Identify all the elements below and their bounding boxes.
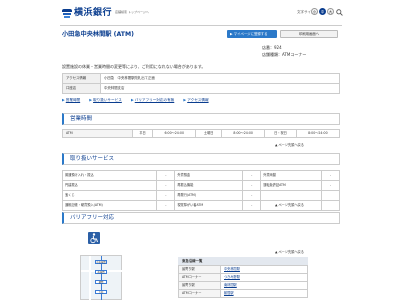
hours-cell: 8:00～24:00 <box>221 129 266 138</box>
link-hours[interactable]: 営業時間 <box>66 98 80 102</box>
table-row: 最寄り駅 中央林間駅 <box>178 265 308 274</box>
table-row: アクセス情報 小田急 中央林間駅改札出て正面 <box>62 73 340 84</box>
print-view-button[interactable]: 印刷用画面へ <box>280 30 338 38</box>
table-row: ATMコーナー つきみ野駅 <box>178 273 308 282</box>
guide-link[interactable]: つきみ野駅 <box>224 275 240 279</box>
service-value: - <box>156 170 176 181</box>
page-top-link[interactable]: ▲ ページ先頭へ戻る <box>275 143 304 147</box>
service-value <box>321 200 340 211</box>
service-name: 円建振込 <box>61 180 158 191</box>
table-row: 最寄り駅 南林間駅 <box>178 281 308 290</box>
service-name <box>260 190 322 201</box>
arrow-right-icon: ▶ <box>89 98 93 102</box>
service-value: - <box>242 190 262 201</box>
line-guide: 東急沿線一覧 最寄り駅 中央林間駅 ATMコーナー つきみ野駅 最寄り駅 南林間… <box>178 257 308 298</box>
store-type: 店舗種類：ATMコーナー <box>262 52 307 57</box>
map-station[interactable]: 鶴間 <box>95 280 107 284</box>
service-value: - <box>156 190 176 201</box>
hours-cell: 土曜日 <box>195 129 223 138</box>
font-size-medium-button[interactable]: 中 <box>319 8 326 15</box>
service-name: 再振込機能 <box>174 180 244 191</box>
guide-key: 最寄り駅 <box>178 281 221 290</box>
logo-icon[interactable] <box>62 8 72 19</box>
service-value: - <box>156 200 176 211</box>
hours-cell: 6:00～24:00 <box>152 129 197 138</box>
service-value: - <box>242 170 262 181</box>
add-to-mypage-button[interactable]: ▶ マイページに登録する <box>227 30 277 38</box>
hours-table: ATM 平日 6:00～24:00 土曜日 8:00～24:00 日・祝日 8:… <box>62 129 341 138</box>
guide-link[interactable]: 鶴間駅 <box>224 291 234 295</box>
map-station[interactable]: 中央林間 <box>95 260 107 264</box>
search-icon[interactable] <box>336 9 343 16</box>
info-value: 中央林間支店 <box>100 83 340 94</box>
table-row: ATMコーナー 鶴間駅 <box>178 289 308 298</box>
header-divider <box>60 25 342 26</box>
guide-link[interactable]: 南林間駅 <box>224 283 237 287</box>
hours-cell: 日・祝日 <box>264 129 297 138</box>
hours-cell: 8:00～24:00 <box>295 129 341 138</box>
service-name: 通帳記帳・硬貨預入(ATM) <box>61 200 158 211</box>
table-row: 宝くじ - 再発行(ATM) - <box>61 190 340 201</box>
notice-text: 設置施設の休業・営業時間の変更等により、ご利用になれない場合があります。 <box>62 64 206 69</box>
service-value <box>321 190 340 201</box>
guide-title: 東急沿線一覧 <box>178 257 308 265</box>
hours-label: ATM <box>62 129 133 138</box>
font-size-large-button[interactable]: 大 <box>327 8 334 15</box>
font-size-small-button[interactable]: 小 <box>311 8 318 15</box>
section-heading-accessibility: バリアフリー対応 <box>62 212 340 224</box>
service-name: 宝くじ <box>61 190 158 201</box>
route-map[interactable]: 中央林間 南林間 鶴間 大和 <box>80 255 123 300</box>
table-row: ATM 平日 6:00～24:00 土曜日 8:00～24:00 日・祝日 8:… <box>62 129 341 138</box>
table-row: 普通預け入れ・振込 - 外貨預金 - 外貨両替 - <box>61 170 340 181</box>
logo-subtitle[interactable]: 店舗検索 トップページへ <box>115 10 149 15</box>
service-value: - <box>156 180 176 191</box>
arrow-right-icon: ▶ <box>183 98 187 102</box>
service-name: 視覚障がい者ATM <box>174 200 244 211</box>
info-table: アクセス情報 小田急 中央林間駅改札出て正面 口座店 中央林間支店 <box>62 73 340 94</box>
guide-key: ATMコーナー <box>178 273 221 282</box>
link-accessibility[interactable]: バリアフリー対応の有無 <box>135 98 175 102</box>
service-value: - <box>242 180 262 191</box>
wheelchair-icon <box>88 232 100 244</box>
link-access-info[interactable]: アクセス情報 <box>187 98 208 102</box>
guide-key: 最寄り駅 <box>178 265 221 274</box>
service-name: 普通預け入れ・振込 <box>61 170 158 181</box>
info-label: 口座店 <box>62 83 101 94</box>
section-heading-hours: 営業時間 <box>62 113 340 125</box>
arrow-right-icon: ▶ <box>130 98 134 102</box>
table-row: 口座店 中央林間支店 <box>62 83 340 94</box>
info-label: アクセス情報 <box>62 73 101 84</box>
anchor-links: ▶営業時間 ▶取り扱いサービス ▶バリアフリー対応の有無 ▶アクセス情報 <box>62 98 217 103</box>
service-name: 外貨預金 <box>174 170 244 181</box>
page-top-link[interactable]: ▲ ページ先頭へ戻る <box>275 250 304 254</box>
service-name: 再発行(ATM) <box>174 190 244 201</box>
link-services[interactable]: 取り扱いサービス <box>93 98 122 102</box>
store-number: 店番：924 <box>262 45 282 50</box>
service-name: 運転免許証ATM <box>260 180 322 191</box>
service-value: - <box>321 180 340 191</box>
service-value: - <box>321 170 340 181</box>
arrow-right-icon: ▶ <box>62 98 65 102</box>
hours-cell: 平日 <box>131 129 154 138</box>
section-heading-services: 取り扱いサービス <box>62 153 340 165</box>
service-value: - <box>242 200 262 211</box>
map-station[interactable]: 大和 <box>95 290 107 294</box>
info-value: 小田急 中央林間駅改札出て正面 <box>100 73 340 84</box>
guide-table: 最寄り駅 中央林間駅 ATMコーナー つきみ野駅 最寄り駅 南林間駅 ATMコー… <box>178 265 308 298</box>
logo-text[interactable]: 横浜銀行 <box>74 8 112 20</box>
map-station[interactable]: 南林間 <box>95 270 107 274</box>
page-top-link[interactable]: ▲ ページ先頭へ戻る <box>275 203 304 207</box>
table-row: 円建振込 - 再振込機能 - 運転免許証ATM - <box>61 180 340 191</box>
guide-link[interactable]: 中央林間駅 <box>224 267 240 271</box>
guide-key: ATMコーナー <box>178 289 221 298</box>
page-title: 小田急中央林間駅 (ATM) <box>62 31 134 38</box>
service-name: 外貨両替 <box>260 170 322 181</box>
